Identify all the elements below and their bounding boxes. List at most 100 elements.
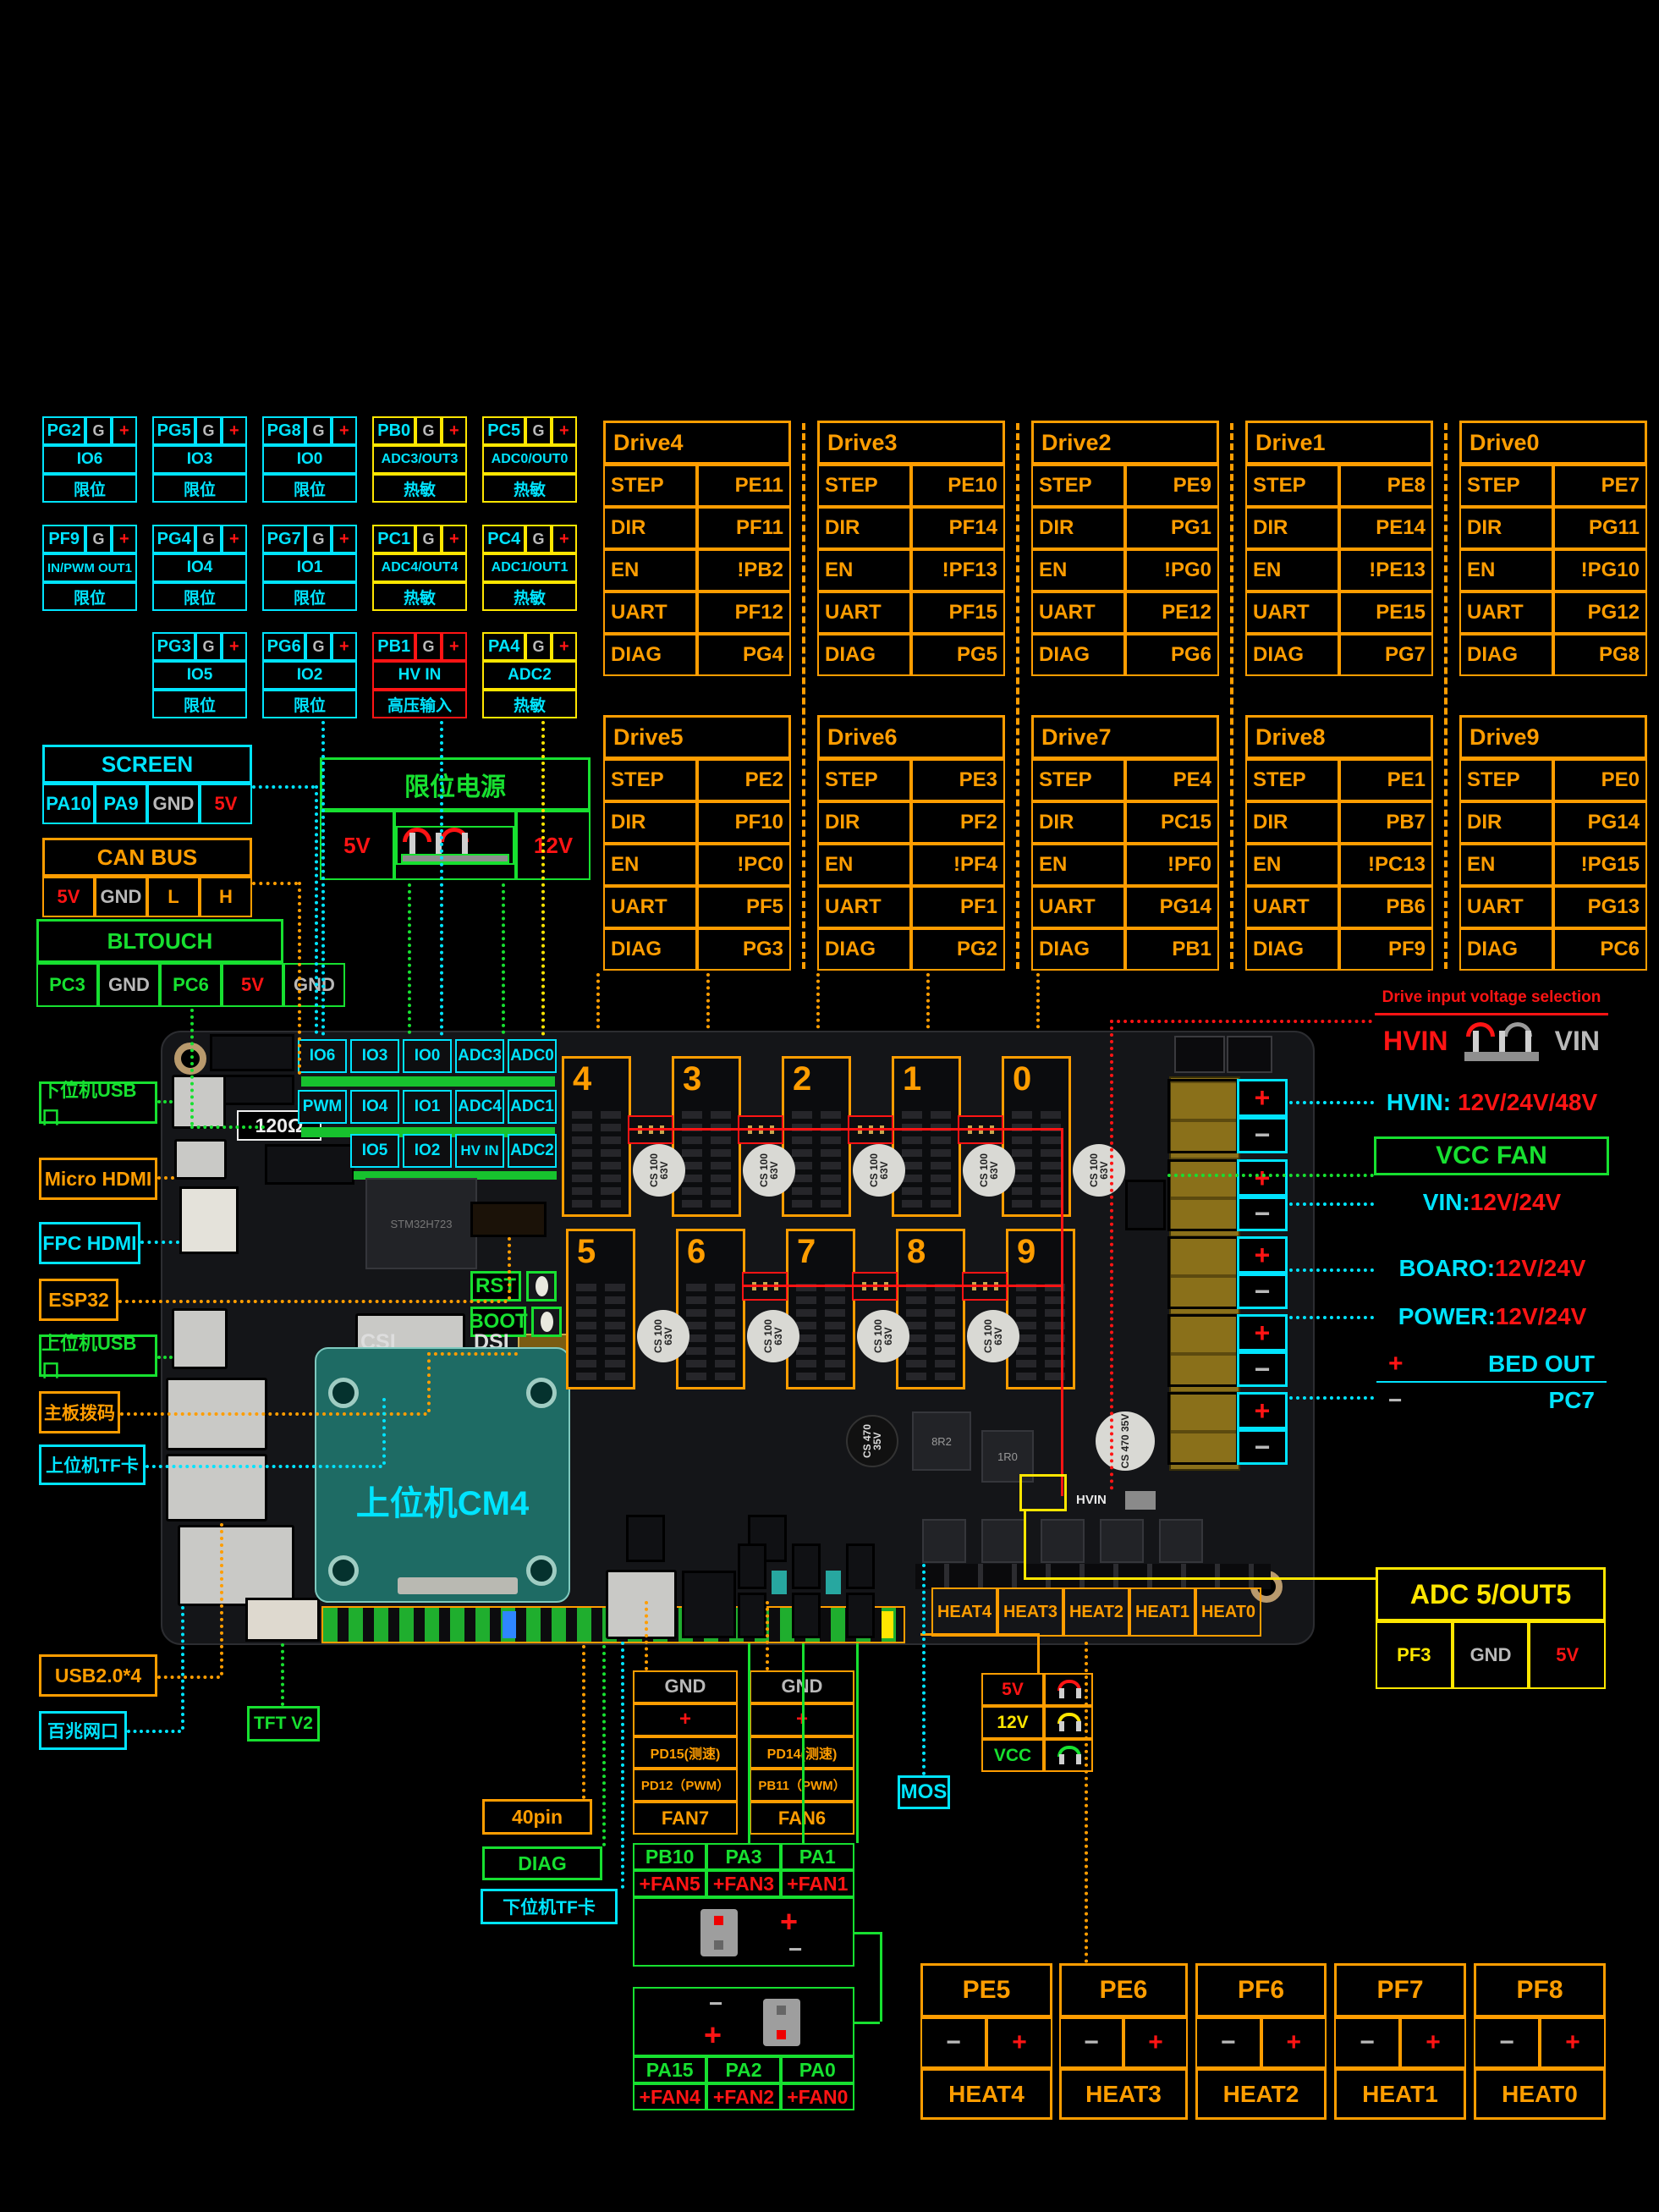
pin-name: PB0 <box>372 416 415 445</box>
sig: DIR <box>603 801 697 844</box>
pin: PE0 <box>1553 759 1647 801</box>
plus-cell: + <box>442 416 467 445</box>
heat0-table: PF8−+HEAT0 <box>1474 1963 1606 2120</box>
tf-low-link <box>621 1642 624 1889</box>
hdmi-link <box>157 1176 174 1180</box>
sig: DIAG <box>817 634 911 676</box>
label-text: 上位机USB口 <box>41 1329 155 1383</box>
sig: STEP <box>1459 759 1553 801</box>
pin: PG11 <box>1553 507 1647 549</box>
terminal-plus: + <box>1237 1236 1288 1274</box>
board-link <box>1289 1268 1374 1272</box>
capacitor: CS 100 63V <box>857 1310 909 1362</box>
sig: STEP <box>1245 759 1339 801</box>
pin-cn: 限位 <box>152 474 247 503</box>
pin-name: PG4 <box>152 525 195 553</box>
cell: 5V <box>1529 1621 1606 1689</box>
pin: PF12 <box>697 592 791 634</box>
bed-pin: PC7 <box>1549 1387 1595 1414</box>
pin-cn: 限位 <box>262 474 357 503</box>
heat4-table: PE5−+HEAT4 <box>920 1963 1052 2120</box>
sig: STEP <box>1031 465 1125 507</box>
vin-option: VIN <box>1555 1026 1600 1057</box>
drive7-table: Drive7STEPPE4DIRPC15EN!PF0UARTPG14DIAGPB… <box>1031 715 1219 971</box>
sig: UART <box>1031 886 1125 928</box>
drive0-table: Drive0STEPPE7DIRPG11EN!PG10UARTPG12DIAGP… <box>1459 421 1647 676</box>
fan-plug-icon <box>763 1999 800 2046</box>
cm4-b2b-connector <box>398 1577 518 1594</box>
adc4-box: ADC4 <box>455 1090 504 1124</box>
socket-7: 7 <box>786 1229 855 1389</box>
v5-option: 5V <box>981 1673 1044 1706</box>
minus: − <box>788 1936 802 1963</box>
label-tf-low: 下位机TF卡 <box>481 1889 618 1924</box>
sig: DIR <box>1245 507 1339 549</box>
screen-title: SCREEN <box>42 745 252 784</box>
label-40pin: 40pin <box>482 1799 592 1835</box>
drive1-table: Drive1STEPPE8DIRPE14EN!PE13UARTPE15DIAGP… <box>1245 421 1433 676</box>
eth-link <box>181 1606 184 1730</box>
adc5-board-box <box>1019 1474 1067 1511</box>
pin-cn: 限位 <box>152 582 247 611</box>
mosfet <box>922 1519 966 1563</box>
fan-group-top: PB10PA3PA1 +FAN5+FAN3+FAN1 + − <box>633 1843 854 1967</box>
heat1-table: PF7−+HEAT1 <box>1334 1963 1466 2120</box>
sig: UART <box>1245 886 1339 928</box>
socket-5: 5 <box>566 1229 635 1389</box>
drive-gap-line <box>1016 423 1019 969</box>
adc2-box: ADC2 <box>508 1134 557 1168</box>
socket-4: 4 <box>562 1056 631 1217</box>
pin-func: ADC3/OUT3 <box>372 445 467 474</box>
fan7-table: GND + PD15(测速) PD12（PWM） FAN7 <box>633 1670 738 1835</box>
cm4-label: 上位机CM4 <box>316 1476 569 1525</box>
bed-minus: − <box>1388 1387 1402 1414</box>
cell: 5V <box>222 963 283 1007</box>
hvin-option: HVIN <box>1383 1026 1448 1057</box>
diag-link <box>602 1645 606 1846</box>
pin: PF5 <box>697 886 791 928</box>
screen-connector <box>210 1034 294 1071</box>
cell: PD12（PWM） <box>633 1769 738 1802</box>
mos-link <box>922 1564 926 1775</box>
capacitor-470: CS 470 35V <box>1096 1411 1155 1471</box>
cell: H <box>200 877 252 917</box>
cell: PA3 <box>706 1843 780 1870</box>
capacitor: CS 100 63V <box>637 1310 689 1362</box>
gnd-cell: G <box>415 416 441 445</box>
fan7-connector <box>626 1515 665 1562</box>
plus-cell: + <box>112 416 137 445</box>
fan7-link <box>645 1601 648 1670</box>
fan6-link <box>766 1601 769 1670</box>
boot-button <box>531 1307 562 1337</box>
sig: STEP <box>1245 465 1339 507</box>
fan-bracket <box>854 2022 880 2024</box>
terminal-pair-frame <box>1167 1314 1239 1387</box>
sig: UART <box>817 886 911 928</box>
power-link <box>1289 1316 1374 1319</box>
pin-func: HV IN <box>372 661 467 690</box>
drive-title: Drive6 <box>817 715 1005 759</box>
fan-connector <box>792 1543 821 1589</box>
adc0-box: ADC0 <box>508 1039 557 1073</box>
tf-host-link <box>382 1398 386 1465</box>
drive4-table: Drive4STEPPE11DIRPF11EN!PB2UARTPF12DIAGP… <box>603 421 791 676</box>
sig: STEP <box>817 759 911 801</box>
pin: PE14 <box>1339 507 1433 549</box>
fan-connector <box>846 1593 875 1638</box>
pinout-diagram: PG2G+IO6限位 PG5G+IO3限位 PG8G+IO0限位 PB0G+AD… <box>0 0 1659 2212</box>
pin: !PE13 <box>1339 549 1433 592</box>
drive9-table: Drive9STEPPE0DIRPG14EN!PG15UARTPG13DIAGP… <box>1459 715 1647 971</box>
usb-low-link <box>157 1100 173 1103</box>
drive-title: Drive2 <box>1031 421 1219 465</box>
dip-link <box>427 1352 431 1412</box>
drive-title: Drive3 <box>817 421 1005 465</box>
fan-plug-box: + − <box>633 1897 854 1967</box>
pin: PE1 <box>1339 759 1433 801</box>
label-text: USB2.0*4 <box>55 1665 141 1687</box>
blue-jumper <box>503 1611 516 1638</box>
io-link <box>440 721 443 1036</box>
pin-name: PC1 <box>372 525 415 553</box>
mos-label: MOS <box>898 1775 950 1809</box>
cell: +FAN2 <box>706 2083 780 2110</box>
pin-box-pg8: PG8G+IO0限位 <box>262 416 357 503</box>
